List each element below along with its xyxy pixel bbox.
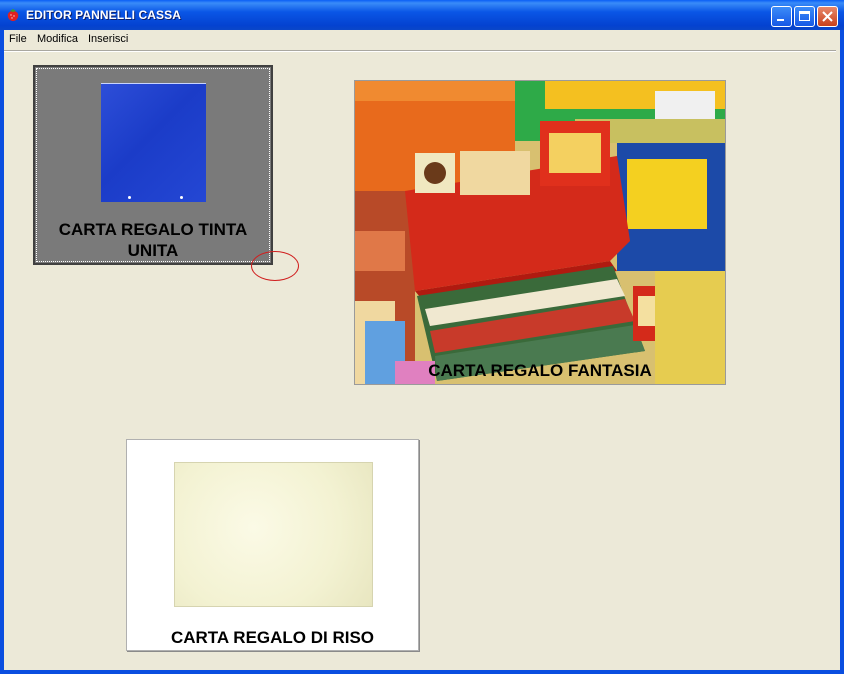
panel-label: CARTA REGALO FANTASIA [428,361,652,380]
client-area: File Modifica Inserisci CARTA REGALO TIN… [4,30,840,670]
hole-dot [128,196,131,199]
window-title: EDITOR PANNELLI CASSA [26,8,182,22]
panel-carta-regalo-di-riso[interactable]: CARTA REGALO DI RISO [126,439,419,651]
rice-paper-sheet-image [174,462,373,607]
menu-modifica[interactable]: Modifica [37,33,78,45]
menu-file[interactable]: File [9,33,27,45]
strawberry-app-icon [7,9,19,21]
panel-label: CARTA REGALO DI RISO [170,628,375,647]
panel-label: CARTA REGALO TINTA UNITA [58,220,248,260]
hole-dot [180,196,183,199]
close-button[interactable] [817,6,838,27]
blue-gift-paper-image [101,83,206,202]
maximize-button[interactable] [794,6,815,27]
close-icon [822,11,833,22]
menu-bar: File Modifica Inserisci [4,30,840,49]
gift-paper-display-box-image [355,81,725,384]
panel-carta-regalo-tinta-unita[interactable]: CARTA REGALO TINTA UNITA [33,65,273,265]
maximize-icon [799,11,810,21]
app-window: EDITOR PANNELLI CASSA File Modifica Inse… [0,0,844,674]
panel-carta-regalo-fantasia[interactable]: CARTA REGALO FANTASIA [354,80,726,385]
menu-inserisci[interactable]: Inserisci [88,33,128,45]
menu-separator [4,50,836,52]
minimize-button[interactable] [771,6,792,27]
minimize-icon [777,19,784,21]
annotation-circle [251,251,299,281]
title-bar[interactable]: EDITOR PANNELLI CASSA [0,0,844,30]
